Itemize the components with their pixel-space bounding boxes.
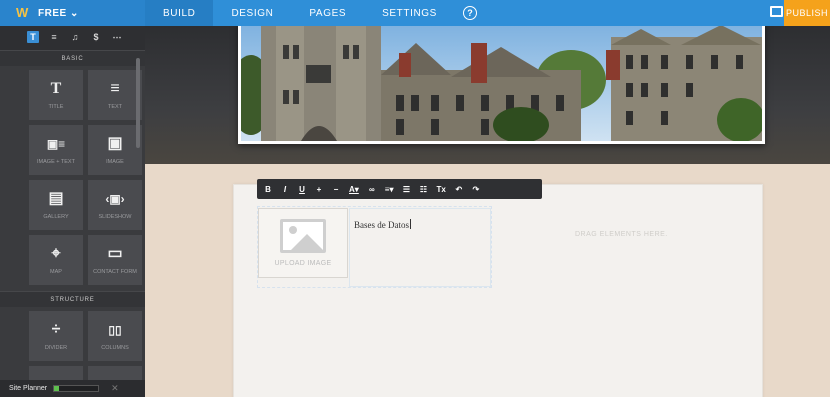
banner-image[interactable]: [238, 26, 765, 144]
slideshow-icon: ‹▣›: [105, 192, 125, 206]
section-structure: STRUCTURE: [0, 291, 145, 307]
element-columns[interactable]: ▯▯ COLUMNS: [88, 311, 142, 361]
gallery-icon: ▤: [48, 190, 64, 207]
element-category-tabs: T ≡ ♫ $ ⋯: [0, 26, 145, 50]
upload-image-label: UPLOAD IMAGE: [274, 260, 332, 267]
element-image-text[interactable]: ▣≡ IMAGE + TEXT: [29, 125, 83, 175]
text-editor-content[interactable]: Bases de Datos: [354, 219, 411, 230]
plan-label: FREE ⌄: [38, 7, 79, 19]
elements-sidebar: T ≡ ♫ $ ⋯ BASIC T TITLE ≡ TEXT ▣≡ IMAGE …: [0, 26, 145, 397]
image-upload-placeholder[interactable]: UPLOAD IMAGE: [258, 208, 348, 278]
site-planner-label: Site Planner: [9, 385, 48, 392]
layout-tool-icon[interactable]: ≡: [48, 31, 60, 43]
campus-photo: [241, 26, 762, 141]
map-icon: ⌖: [51, 245, 61, 262]
element-label: TEXT: [107, 104, 123, 110]
element-map[interactable]: ⌖ MAP: [29, 235, 83, 285]
nav-build[interactable]: BUILD: [145, 0, 214, 26]
nav-pages[interactable]: PAGES: [291, 0, 364, 26]
element-contact-form[interactable]: ▭ CONTACT FORM: [88, 235, 142, 285]
section-basic: BASIC: [0, 50, 145, 66]
text-caret: [410, 219, 411, 229]
image-placeholder-icon: [280, 219, 326, 253]
contact-form-icon: ▭: [107, 245, 123, 262]
publish-button[interactable]: PUBLISH: [784, 0, 830, 26]
align-button[interactable]: ≡▾: [385, 185, 394, 194]
text-icon: ≡: [110, 80, 120, 97]
link-icon[interactable]: ∞: [368, 185, 376, 194]
text-tool-icon[interactable]: T: [27, 31, 39, 43]
desktop-icon[interactable]: [770, 6, 783, 17]
drag-elements-hint: DRAG ELEMENTS HERE.: [575, 231, 668, 238]
main-nav: BUILD DESIGN PAGES SETTINGS ?: [145, 0, 477, 26]
element-label: TITLE: [48, 104, 64, 110]
nav-design[interactable]: DESIGN: [213, 0, 291, 26]
element-label: CONTACT FORM: [93, 269, 137, 275]
element-label: COLUMNS: [101, 345, 129, 351]
columns-icon: ▯▯: [108, 323, 122, 337]
bold-button[interactable]: B: [264, 185, 272, 194]
close-icon[interactable]: ✕: [111, 383, 119, 394]
divider-icon: ÷: [51, 321, 61, 338]
weebly-logo-icon: W: [16, 5, 29, 20]
element-label: GALLERY: [43, 214, 69, 220]
media-tool-icon[interactable]: ♫: [69, 31, 81, 43]
element-divider[interactable]: ÷ DIVIDER: [29, 311, 83, 361]
clear-format-button[interactable]: Tx: [436, 185, 445, 194]
header-banner: [145, 26, 830, 164]
element-gallery[interactable]: ▤ GALLERY: [29, 180, 83, 230]
commerce-tool-icon[interactable]: $: [90, 31, 102, 43]
page-canvas: B I U + − A▾ ∞ ≡▾ ☰ ☷ Tx ↶ ↷ UPLOAD IMAG…: [145, 26, 830, 397]
element-label: SLIDESHOW: [98, 214, 132, 220]
site-planner[interactable]: Site Planner ✕: [0, 380, 145, 397]
image-text-icon: ▣≡: [46, 137, 66, 151]
decrease-size-button[interactable]: −: [332, 185, 340, 194]
font-color-button[interactable]: A▾: [349, 185, 359, 194]
text-format-toolbar: B I U + − A▾ ∞ ≡▾ ☰ ☷ Tx ↶ ↷: [257, 179, 542, 199]
basic-elements-grid: T TITLE ≡ TEXT ▣≡ IMAGE + TEXT ▣ IMAGE ▤…: [0, 66, 145, 285]
element-title[interactable]: T TITLE: [29, 70, 83, 120]
element-label: IMAGE: [106, 159, 124, 165]
element-label: DIVIDER: [44, 345, 68, 351]
redo-icon[interactable]: ↷: [472, 185, 480, 194]
bullet-list-icon[interactable]: ☰: [402, 185, 410, 194]
element-image[interactable]: ▣ IMAGE: [88, 125, 142, 175]
element-label: MAP: [50, 269, 62, 275]
top-bar: W FREE ⌄ BUILD DESIGN PAGES SETTINGS ? P…: [0, 0, 830, 26]
title-icon: T: [50, 80, 62, 97]
more-tool-icon[interactable]: ⋯: [111, 31, 123, 43]
plan-menu[interactable]: W FREE ⌄: [0, 0, 145, 26]
sun-shape: [289, 226, 297, 234]
element-label: IMAGE + TEXT: [37, 159, 75, 165]
italic-button[interactable]: I: [281, 185, 289, 194]
site-planner-progress: [53, 385, 100, 392]
text-value: Bases de Datos: [354, 220, 409, 230]
nav-settings[interactable]: SETTINGS: [364, 0, 455, 26]
site-planner-progress-fill: [54, 386, 59, 391]
help-icon[interactable]: ?: [462, 6, 477, 20]
image-icon: ▣: [107, 135, 123, 152]
element-slideshow[interactable]: ‹▣› SLIDESHOW: [88, 180, 142, 230]
underline-button[interactable]: U: [298, 185, 306, 194]
mountain-shape: [291, 234, 323, 250]
element-text[interactable]: ≡ TEXT: [88, 70, 142, 120]
sidebar-scrollbar[interactable]: [136, 58, 140, 148]
increase-size-button[interactable]: +: [315, 185, 323, 194]
undo-icon[interactable]: ↶: [455, 185, 463, 194]
numbered-list-icon[interactable]: ☷: [419, 185, 427, 194]
